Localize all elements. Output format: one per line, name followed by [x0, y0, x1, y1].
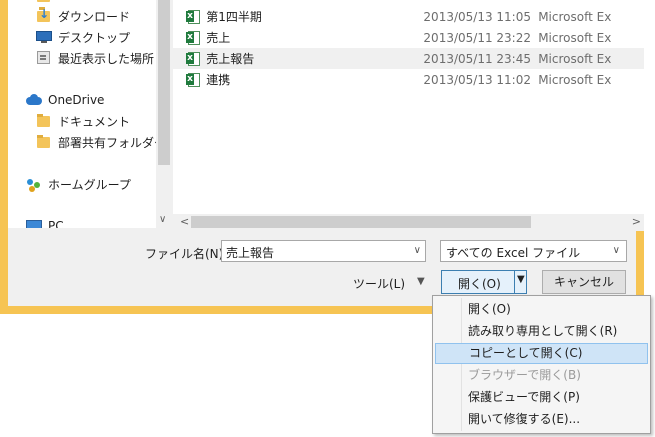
scrollbar-thumb[interactable]	[191, 216, 531, 228]
filetype-value: すべての Excel ファイル	[446, 246, 581, 260]
file-name: 第1四半期	[206, 10, 262, 24]
homegroup-icon	[26, 177, 42, 191]
open-button-label: 開く(O)	[458, 277, 501, 291]
pc-icon	[26, 219, 42, 228]
file-type: Microsoft Ex	[538, 9, 612, 24]
file-date: 2013/05/11 23:22	[423, 30, 531, 45]
sidebar-item-desktop[interactable]: デスクトップ	[36, 27, 130, 47]
menu-item-open-and-repair[interactable]: 開いて修復する(E)...	[435, 409, 648, 430]
split-divider	[514, 271, 515, 293]
scroll-down-arrow-icon[interactable]: ∨	[159, 214, 166, 225]
excel-file-icon	[186, 51, 201, 66]
sidebar-item-homegroup[interactable]: ホームグループ	[26, 174, 131, 194]
sidebar-item-recent-places[interactable]: 最近表示した場所	[36, 48, 154, 68]
menu-item-open-as-copy[interactable]: コピーとして開く(C)	[435, 343, 648, 364]
cancel-button[interactable]: キャンセル	[542, 270, 626, 294]
sidebar-item-label: OneDrive	[48, 93, 105, 107]
horizontal-scrollbar[interactable]: < >	[173, 214, 644, 231]
file-name: 売上報告	[206, 52, 255, 66]
file-date: 2013/05/11 23:45	[423, 51, 531, 66]
dropdown-arrow-icon[interactable]: ▼	[517, 274, 525, 285]
filetype-select[interactable]: すべての Excel ファイル ∨	[440, 240, 627, 262]
filename-field[interactable]: 売上報告 ∨	[221, 240, 426, 262]
chevron-down-icon[interactable]: ∨	[613, 245, 620, 256]
tools-label: ツール(L)	[353, 277, 406, 291]
menu-item-open-protected-view[interactable]: 保護ビューで開く(P)	[435, 387, 648, 408]
menu-item-open[interactable]: 開く(O)	[435, 299, 648, 320]
file-date: 2013/05/13 11:05	[423, 9, 531, 24]
file-name: 売上	[206, 31, 231, 45]
sidebar-item-label: ホームグループ	[48, 177, 131, 192]
sidebar-item-downloads[interactable]: ダウンロード	[36, 6, 130, 26]
list-item[interactable]: 売上 2013/05/11 23:22 Microsoft Ex	[173, 27, 644, 48]
file-type: Microsoft Ex	[538, 30, 612, 45]
desktop-icon	[36, 30, 52, 44]
sidebar-item-label: デスクトップ	[58, 30, 131, 45]
open-options-menu: 開く(O) 読み取り専用として開く(R) コピーとして開く(C) ブラウザーで開…	[432, 295, 651, 434]
filename-label: ファイル名(N):	[145, 247, 228, 261]
excel-file-icon	[186, 30, 201, 45]
file-date: 2013/05/13 11:02	[423, 72, 531, 87]
folder-icon	[36, 114, 52, 128]
sidebar-item-label: 最近表示した場所	[58, 51, 155, 66]
folder-icon	[36, 0, 52, 3]
chevron-down-icon[interactable]: ∨	[414, 245, 421, 256]
file-type: Microsoft Ex	[538, 51, 612, 66]
sidebar-item-onedrive[interactable]: OneDrive	[26, 90, 104, 110]
list-item-selected[interactable]: 売上報告 2013/05/11 23:45 Microsoft Ex	[173, 48, 644, 69]
sidebar-item-label: 部署共有フォルダー	[58, 135, 156, 150]
sidebar-item-shared-folder[interactable]: 部署共有フォルダー	[36, 132, 156, 152]
file-open-dialog: ダウンロード デスクトップ 最近表示した場所 OneDrive ドキュメント 部…	[0, 0, 644, 314]
tools-button[interactable]: ツール(L) ▼	[353, 275, 425, 292]
recent-places-icon	[36, 51, 52, 65]
open-split-button[interactable]: 開く(O) ▼	[441, 270, 527, 294]
menu-item-open-in-browser: ブラウザーで開く(B)	[468, 368, 581, 382]
sidebar-item-label: ドキュメント	[58, 114, 131, 129]
file-list: 第1四半期 2013/05/13 11:05 Microsoft Ex 売上 2…	[173, 0, 644, 214]
file-name: 連携	[206, 73, 231, 87]
sidebar-item-label: PC	[48, 219, 64, 228]
sidebar-item-pc[interactable]: PC	[26, 216, 64, 228]
navigation-pane: ダウンロード デスクトップ 最近表示した場所 OneDrive ドキュメント 部…	[8, 0, 156, 228]
navigation-scrollbar[interactable]: ∨	[156, 0, 173, 230]
scrollbar-thumb[interactable]	[158, 0, 170, 165]
excel-file-icon	[186, 9, 201, 24]
list-item[interactable]: 連携 2013/05/13 11:02 Microsoft Ex	[173, 69, 644, 90]
scroll-left-arrow-icon[interactable]: <	[180, 215, 189, 228]
excel-file-icon	[186, 72, 201, 87]
download-folder-icon	[36, 7, 52, 23]
menu-item-open-read-only[interactable]: 読み取り専用として開く(R)	[435, 321, 648, 342]
onedrive-cloud-icon	[26, 93, 42, 107]
file-type: Microsoft Ex	[538, 72, 612, 87]
folder-icon	[36, 135, 52, 149]
dropdown-arrow-icon: ▼	[417, 276, 425, 287]
filename-value: 売上報告	[226, 246, 275, 260]
sidebar-item-label: ダウンロード	[58, 9, 131, 24]
sidebar-item-documents[interactable]: ドキュメント	[36, 111, 130, 131]
list-item[interactable]: 第1四半期 2013/05/13 11:05 Microsoft Ex	[173, 6, 644, 27]
dialog-body: ダウンロード デスクトップ 最近表示した場所 OneDrive ドキュメント 部…	[8, 0, 644, 306]
scroll-right-arrow-icon[interactable]: >	[632, 215, 641, 228]
